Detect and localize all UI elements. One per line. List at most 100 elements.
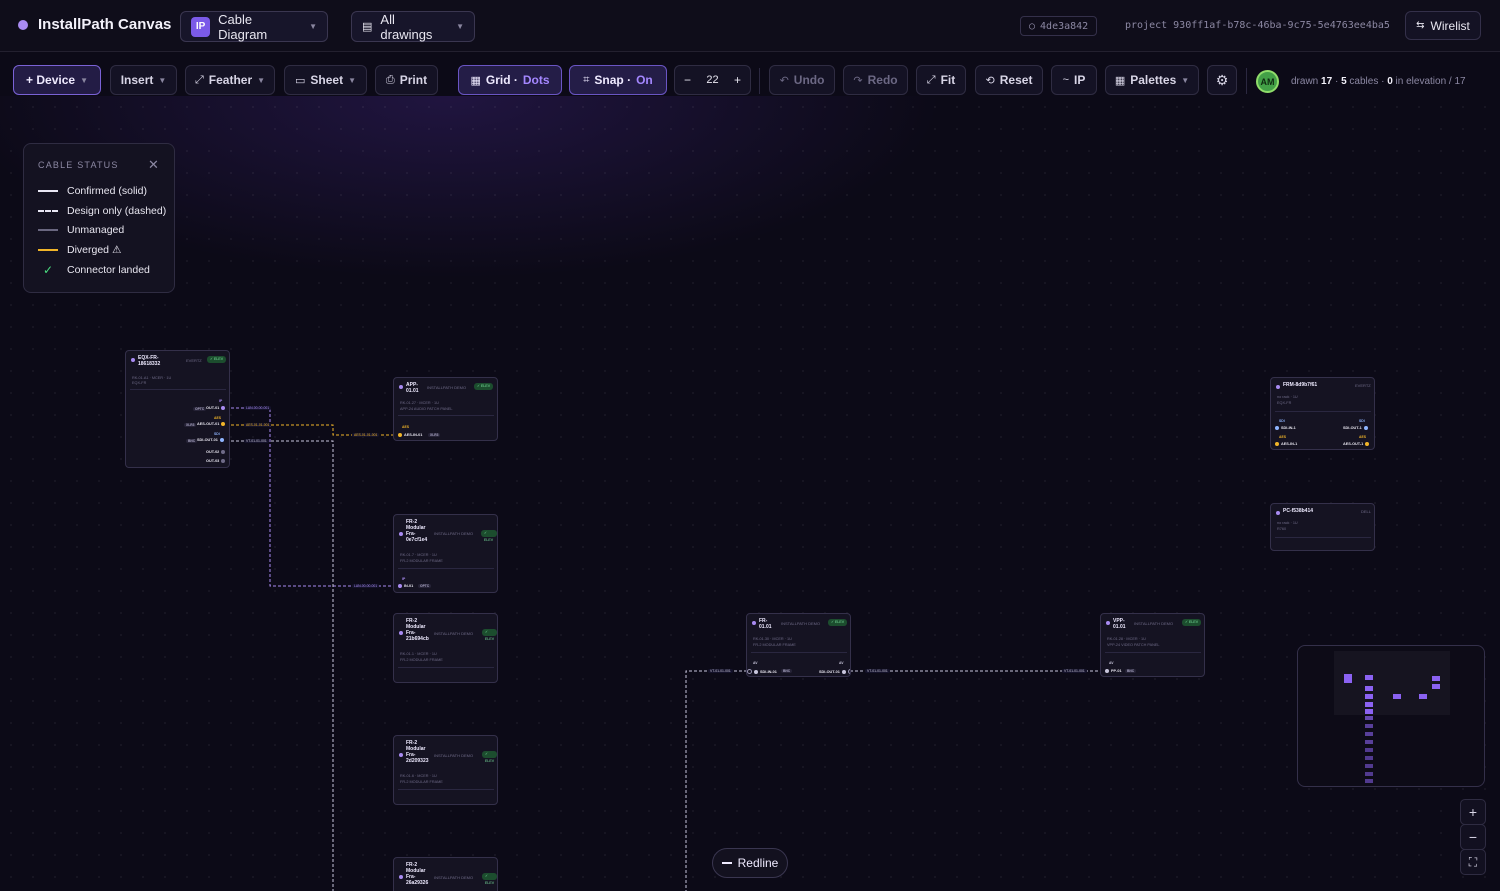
device-name: FR-2 Modular Fra-21b694cb bbox=[406, 618, 429, 642]
close-icon[interactable]: ✕ bbox=[148, 157, 159, 173]
undo-button[interactable]: ↶ Undo bbox=[769, 65, 835, 95]
divider bbox=[398, 667, 494, 668]
diagram-canvas[interactable] bbox=[0, 96, 1500, 891]
feather-menu[interactable]: ⤢ Feather ▼ bbox=[185, 65, 275, 95]
device-card-fr2-c[interactable]: FR-2 Modular Fra-2d209323 INSTALLPATH DE… bbox=[393, 735, 498, 805]
zoom-value: 22 bbox=[706, 74, 719, 86]
fit-button[interactable]: ⤢ Fit bbox=[916, 65, 966, 95]
device-card-fr-01-01[interactable]: FR-01.01 INSTALLPATH DEMO ✓ ELEV RK-01.3… bbox=[746, 613, 851, 677]
device-name: APP-01.01 bbox=[406, 382, 419, 394]
stats-cables: 5 bbox=[1341, 76, 1347, 87]
chevron-down-icon: ▼ bbox=[309, 22, 317, 31]
cable-label[interactable]: VT-01-01-001 bbox=[244, 439, 269, 443]
minimap-device bbox=[1432, 676, 1440, 681]
cable-label[interactable]: AES-01-01-001 bbox=[352, 433, 380, 437]
cable-label[interactable]: VT-01-01-001 bbox=[865, 669, 890, 673]
all-drawings-button[interactable]: ▤ All drawings ▼ bbox=[351, 11, 475, 42]
palettes-menu[interactable]: ▦ Palettes ▼ bbox=[1105, 65, 1199, 95]
grid-toggle[interactable]: ▦ Grid · Dots bbox=[458, 65, 562, 95]
signal-sdi: SDI bbox=[1279, 419, 1285, 423]
device-card-vpp[interactable]: VPP-01.01 INSTALLPATH DEMO ✓ ELEV RK-01.… bbox=[1100, 613, 1205, 677]
device-card-fr2-b[interactable]: FR-2 Modular Fra-21b694cb INSTALLPATH DE… bbox=[393, 613, 498, 683]
minimap-viewport[interactable] bbox=[1334, 651, 1450, 715]
port-out-02[interactable]: OUT-02 bbox=[206, 450, 226, 454]
device-rack-info: RK-01.28 · MCER · 1U bbox=[1107, 637, 1146, 641]
port-aes-out-1[interactable]: AES-OUT-1 bbox=[1343, 442, 1370, 446]
port-out-03[interactable]: OUT-03 bbox=[206, 459, 226, 463]
zoom-in-button[interactable]: + bbox=[734, 73, 741, 87]
print-label: Print bbox=[399, 73, 428, 87]
redline-button[interactable]: Redline bbox=[712, 848, 788, 878]
grid-label: Grid · bbox=[485, 73, 518, 87]
device-name: FR-2 Modular Fra-2d209323 bbox=[406, 740, 429, 764]
device-model: R760 bbox=[1277, 527, 1287, 531]
snap-icon: ⌗ bbox=[583, 73, 590, 86]
device-card-eqx[interactable]: EQX-FR-18618332 EVERTZ ✓ ELEV RK-01.A1 ·… bbox=[125, 350, 230, 468]
canvas-fit-view-button[interactable]: ⛶ bbox=[1460, 849, 1486, 875]
settings-button[interactable]: ⚙ bbox=[1207, 65, 1237, 95]
drawing-selector[interactable]: IP Cable Diagram ▼ bbox=[180, 11, 328, 42]
signal-av: AV bbox=[753, 661, 758, 665]
snap-toggle[interactable]: ⌗ Snap · On bbox=[569, 65, 667, 95]
toolbar-divider bbox=[759, 68, 760, 94]
reset-button[interactable]: ⟲ Reset bbox=[975, 65, 1043, 95]
sheet-label: Sheet bbox=[310, 73, 344, 87]
connector-tag: OPTC bbox=[193, 407, 207, 411]
reset-label: Reset bbox=[999, 73, 1033, 87]
port-sdi-out-01[interactable]: SDI-OUT-01 bbox=[819, 669, 850, 674]
wirelist-button[interactable]: ⇆ Wirelist bbox=[1405, 11, 1481, 40]
device-rack-info: RK-01.1 · MCER · 1U bbox=[400, 652, 437, 656]
port-pp-01[interactable]: PP-01 bbox=[1105, 669, 1122, 673]
port-out-01[interactable]: OUT-01 bbox=[206, 406, 226, 410]
project-id: project 930ff1af-b78c-46ba-9c75-5e4763ee… bbox=[1125, 20, 1390, 31]
ip-button[interactable]: ~ IP bbox=[1051, 65, 1097, 95]
port-ring bbox=[847, 669, 850, 674]
port-aes-in-1[interactable]: AES-IN-1 bbox=[1275, 442, 1297, 446]
port-sdi-in-1[interactable]: SDI-IN-1 bbox=[1275, 426, 1296, 430]
device-card-app[interactable]: APP-01.01 INSTALLPATH DEMO ✓ ELEV RK-01.… bbox=[393, 377, 498, 441]
cable-label[interactable]: VT-01-01-001 bbox=[708, 669, 733, 673]
minimap[interactable] bbox=[1297, 645, 1485, 787]
port-in-01[interactable]: IN-01 bbox=[398, 584, 413, 588]
port-sdi-out-01[interactable]: SDI-OUT-01 bbox=[197, 438, 224, 442]
drawing-badge: IP bbox=[191, 16, 211, 37]
divider bbox=[1105, 652, 1201, 653]
minus-icon: − bbox=[1468, 829, 1478, 845]
port-aes-out-01[interactable]: AES-OUT-01 bbox=[197, 422, 226, 426]
port-sdi-out-1[interactable]: SDI-OUT-1 bbox=[1343, 426, 1368, 430]
swap-icon: ⇆ bbox=[1416, 20, 1425, 31]
port-sdi-in-01[interactable]: SDI-IN-01 bbox=[747, 669, 777, 674]
stats-sep: · bbox=[1334, 76, 1339, 87]
sheet-menu[interactable]: ▭ Sheet ▼ bbox=[284, 65, 367, 95]
cable-label[interactable]: AES-01-01-001 bbox=[244, 423, 272, 427]
minimap-device bbox=[1365, 732, 1373, 736]
device-status-dot bbox=[1276, 385, 1280, 389]
port-aes-in-01[interactable]: AES-IN-01 bbox=[398, 433, 422, 437]
signal-aes: AES bbox=[214, 416, 221, 420]
canvas-zoom-in-button[interactable]: + bbox=[1460, 799, 1486, 825]
add-device-button[interactable]: + Device ▼ bbox=[13, 65, 101, 95]
cable-label[interactable]: VT-01-01-001 bbox=[1062, 669, 1087, 673]
cable-label[interactable]: LAN-00-00-001 bbox=[352, 584, 380, 588]
divider bbox=[1275, 537, 1371, 538]
redo-button[interactable]: ↷ Redo bbox=[843, 65, 908, 95]
avatar[interactable]: AM bbox=[1256, 70, 1279, 93]
elevation-badge: ✓ ELEV bbox=[828, 619, 848, 626]
device-card-fr2-d[interactable]: FR-2 Modular Fra-26a29326 INSTALLPATH DE… bbox=[393, 857, 498, 891]
device-card-fr2-a[interactable]: FR-2 Modular Fra-0e7cf1e4 INSTALLPATH DE… bbox=[393, 514, 498, 593]
print-button[interactable]: ⎙ Print bbox=[375, 65, 438, 95]
device-manufacturer: INSTALLPATH DEMO bbox=[781, 621, 821, 626]
device-card-frm[interactable]: FRM-8d9b7f61 EVERTZ no rack · 1U EQX-FR … bbox=[1270, 377, 1375, 450]
chevron-down-icon: ▼ bbox=[456, 22, 464, 31]
device-card-pc[interactable]: PC-f538b414 DELL no rack · 1U R760 bbox=[1270, 503, 1375, 551]
stats-total: 17 bbox=[1454, 76, 1466, 87]
signal-sdi: SDI bbox=[1359, 419, 1365, 423]
divider bbox=[398, 568, 494, 569]
device-name: VPP-01.01 bbox=[1113, 618, 1126, 630]
cable-label[interactable]: LAN-00-00-001 bbox=[244, 406, 272, 410]
insert-menu[interactable]: Insert ▼ bbox=[110, 65, 177, 95]
signal-aes: AES bbox=[1359, 435, 1366, 439]
port-label: SDI-OUT-1 bbox=[1343, 426, 1362, 430]
zoom-out-button[interactable]: − bbox=[684, 73, 691, 87]
canvas-zoom-out-button[interactable]: − bbox=[1460, 824, 1486, 850]
